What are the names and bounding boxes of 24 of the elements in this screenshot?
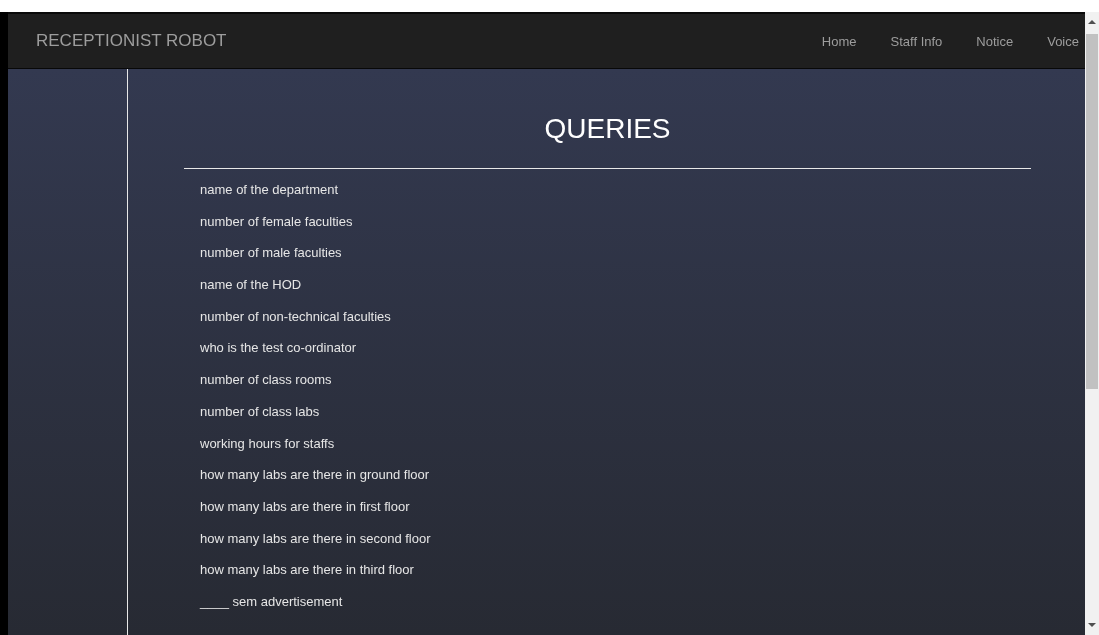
query-text: how many labs are there in ground floor bbox=[200, 467, 431, 484]
query-text: number of class labs bbox=[200, 403, 321, 420]
query-text: number of non-technical faculties bbox=[200, 308, 392, 325]
query-text: name of the department bbox=[200, 182, 340, 198]
query-text: how many labs are there in third floor bbox=[200, 562, 415, 579]
scrollbar[interactable] bbox=[1085, 12, 1099, 635]
nav-link[interactable]: Voice bbox=[1030, 33, 1085, 49]
query-text: number of class rooms bbox=[200, 372, 333, 389]
brand-link[interactable]: RECEPTIONIST ROBOT bbox=[36, 31, 227, 51]
query-text: number of female faculties bbox=[200, 213, 354, 230]
query-text: how many labs are there in first floor bbox=[200, 498, 411, 515]
page-title: QUERIES bbox=[543, 113, 672, 145]
query-text: who is the test co-ordinator bbox=[200, 340, 358, 357]
query-text: working hours for staffs bbox=[200, 435, 336, 452]
nav-link[interactable]: Notice bbox=[959, 33, 1031, 49]
scrollbar-thumb[interactable] bbox=[1086, 34, 1098, 389]
query-text: how many labs are there in second floor bbox=[200, 530, 432, 547]
query-text: name of the HOD bbox=[200, 277, 303, 294]
query-text: number of male faculties bbox=[200, 245, 343, 262]
query-text: ____ sem advertisement bbox=[200, 593, 344, 610]
scroll-up-icon[interactable] bbox=[1088, 19, 1096, 25]
scroll-down-icon[interactable] bbox=[1088, 622, 1096, 628]
nav-link[interactable]: Home bbox=[804, 33, 874, 49]
nav-link[interactable]: Staff Info bbox=[873, 33, 960, 49]
